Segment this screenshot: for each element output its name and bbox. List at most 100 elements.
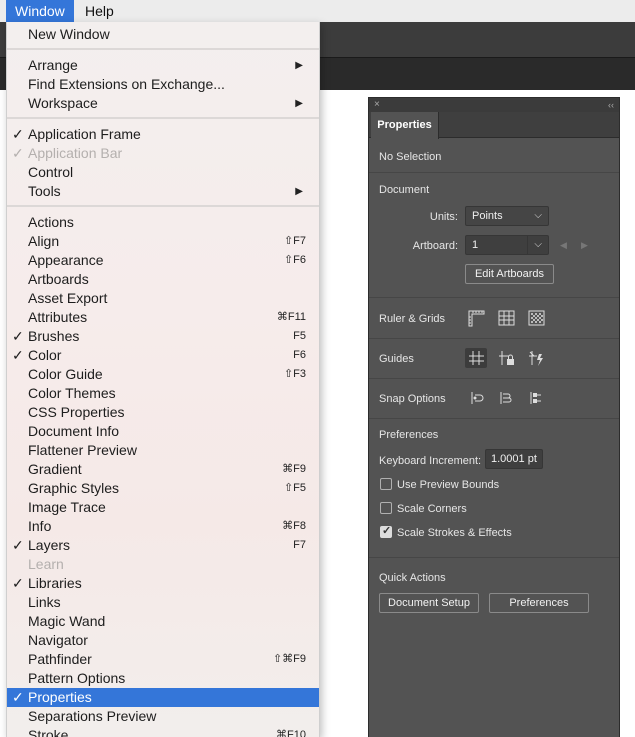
scale-corners-checkbox[interactable] <box>380 502 392 514</box>
menu-separator <box>7 48 319 50</box>
menu-item-new-window[interactable]: New Window <box>7 25 319 44</box>
menu-item-separations-preview[interactable]: Separations Preview <box>7 707 319 726</box>
menu-item-navigator[interactable]: Navigator <box>7 631 319 650</box>
divider <box>369 297 619 298</box>
units-dropdown[interactable]: Points ⌵ <box>465 206 549 226</box>
show-guides-icon[interactable] <box>465 348 487 368</box>
menu-item-find-extensions-on-exchange[interactable]: Find Extensions on Exchange... <box>7 75 319 94</box>
close-icon[interactable]: × <box>374 98 380 112</box>
menu-item-label: Align <box>28 233 60 249</box>
ruler-grids-label: Ruler & Grids <box>379 313 446 325</box>
menu-item-tools[interactable]: Tools ▶ <box>7 182 319 201</box>
menu-item-brushes[interactable]: ✓ Brushes F5 <box>7 327 319 346</box>
menu-item-label: Asset Export <box>28 290 108 306</box>
menu-item-workspace[interactable]: Workspace ▶ <box>7 94 319 113</box>
snap-to-pixel-icon[interactable] <box>495 388 517 408</box>
menu-item-shortcut: ⇧F6 <box>283 254 306 266</box>
menu-item-label: Gradient <box>28 461 82 477</box>
scale-strokes-effects-checkbox[interactable] <box>380 524 392 538</box>
menu-item-appearance[interactable]: Appearance ⇧F6 <box>7 251 319 270</box>
menu-item-label: Stroke <box>28 727 69 737</box>
menu-item-shortcut: F7 <box>293 539 306 551</box>
smart-guides-icon[interactable] <box>525 348 547 368</box>
menu-item-shortcut: ⇧F3 <box>283 368 306 380</box>
menu-item-pattern-options[interactable]: Pattern Options <box>7 669 319 688</box>
units-label: Units: <box>429 211 458 223</box>
menu-item-label: Application Bar <box>28 145 123 161</box>
document-setup-button[interactable]: Document Setup <box>379 593 479 613</box>
menu-item-label: Magic Wand <box>28 613 106 629</box>
menu-item-color-guide[interactable]: Color Guide ⇧F3 <box>7 365 319 384</box>
submenu-arrow-icon: ▶ <box>295 186 303 197</box>
previous-artboard-icon[interactable]: ◀ <box>560 240 567 251</box>
menu-item-shortcut: ⌘F10 <box>276 729 306 737</box>
checkmark-icon: ✓ <box>12 328 24 344</box>
keyboard-increment-label: Keyboard Increment: <box>379 455 482 467</box>
snap-to-glyph-icon[interactable] <box>525 388 547 408</box>
submenu-arrow-icon: ▶ <box>295 98 303 109</box>
menu-item-align[interactable]: Align ⇧F7 <box>7 232 319 251</box>
menu-item-graphic-styles[interactable]: Graphic Styles ⇧F5 <box>7 479 319 498</box>
menu-item-layers[interactable]: ✓ Layers F7 <box>7 536 319 555</box>
divider <box>369 557 619 558</box>
menu-item-document-info[interactable]: Document Info <box>7 422 319 441</box>
menu-item-libraries[interactable]: ✓ Libraries <box>7 574 319 593</box>
menu-item-label: Info <box>28 518 52 534</box>
menu-item-label: Image Trace <box>28 499 106 515</box>
menu-item-label: Pathfinder <box>28 651 92 667</box>
menu-item-application-frame[interactable]: ✓ Application Frame <box>7 125 319 144</box>
collapse-icon[interactable]: ‹‹ <box>608 98 614 112</box>
menu-item-shortcut: F6 <box>293 349 306 361</box>
menu-item-flattener-preview[interactable]: Flattener Preview <box>7 441 319 460</box>
units-value: Points <box>472 210 503 222</box>
artboard-dropdown[interactable]: 1 ⌵ <box>465 235 549 255</box>
menu-item-pathfinder[interactable]: Pathfinder ⇧⌘F9 <box>7 650 319 669</box>
chevron-down-icon: ⌵ <box>534 239 542 250</box>
menubar-help[interactable]: Help <box>76 0 123 22</box>
panel-titlebar[interactable]: × ‹‹ <box>369 98 619 112</box>
divider <box>369 172 619 173</box>
menu-item-label: New Window <box>28 26 110 42</box>
grid-icon[interactable] <box>495 308 517 328</box>
next-artboard-icon[interactable]: ▶ <box>581 240 588 251</box>
keyboard-increment-field[interactable]: 1.0001 pt <box>485 449 543 469</box>
menu-item-properties[interactable]: ✓ Properties <box>7 688 319 707</box>
menu-item-actions[interactable]: Actions <box>7 213 319 232</box>
menu-item-magic-wand[interactable]: Magic Wand <box>7 612 319 631</box>
menu-item-label: CSS Properties <box>28 404 125 420</box>
snap-to-point-icon[interactable] <box>465 388 487 408</box>
menu-item-shortcut: ⇧⌘F9 <box>272 653 306 665</box>
preferences-button[interactable]: Preferences <box>489 593 589 613</box>
menu-item-artboards[interactable]: Artboards <box>7 270 319 289</box>
menu-item-stroke[interactable]: Stroke ⌘F10 <box>7 726 319 737</box>
menu-item-css-properties[interactable]: CSS Properties <box>7 403 319 422</box>
menu-item-asset-export[interactable]: Asset Export <box>7 289 319 308</box>
menu-item-label: Flattener Preview <box>28 442 137 458</box>
menu-item-info[interactable]: Info ⌘F8 <box>7 517 319 536</box>
menu-item-color[interactable]: ✓ Color F6 <box>7 346 319 365</box>
menu-separator <box>7 205 319 207</box>
use-preview-bounds-checkbox[interactable] <box>380 478 392 490</box>
menu-item-image-trace[interactable]: Image Trace <box>7 498 319 517</box>
edit-artboards-button[interactable]: Edit Artboards <box>465 264 554 284</box>
menu-item-learn: Learn <box>7 555 319 574</box>
lock-guides-icon[interactable] <box>495 348 517 368</box>
menu-separator <box>7 117 319 119</box>
menu-item-color-themes[interactable]: Color Themes <box>7 384 319 403</box>
menu-item-attributes[interactable]: Attributes ⌘F11 <box>7 308 319 327</box>
tab-properties[interactable]: Properties <box>371 112 439 139</box>
menu-item-links[interactable]: Links <box>7 593 319 612</box>
transparency-grid-icon[interactable] <box>525 308 547 328</box>
menu-item-label: Artboards <box>28 271 89 287</box>
menu-item-label: Application Frame <box>28 126 141 142</box>
menu-item-control[interactable]: Control <box>7 163 319 182</box>
menu-item-shortcut: F5 <box>293 330 306 342</box>
menu-item-label: Graphic Styles <box>28 480 120 496</box>
menubar-window[interactable]: Window <box>6 0 74 22</box>
menu-item-gradient[interactable]: Gradient ⌘F9 <box>7 460 319 479</box>
checkmark-icon: ✓ <box>12 126 24 142</box>
menu-item-label: Tools <box>28 183 61 199</box>
rulers-icon[interactable] <box>465 308 487 328</box>
menu-item-arrange[interactable]: Arrange ▶ <box>7 56 319 75</box>
artboard-value: 1 <box>472 239 479 251</box>
